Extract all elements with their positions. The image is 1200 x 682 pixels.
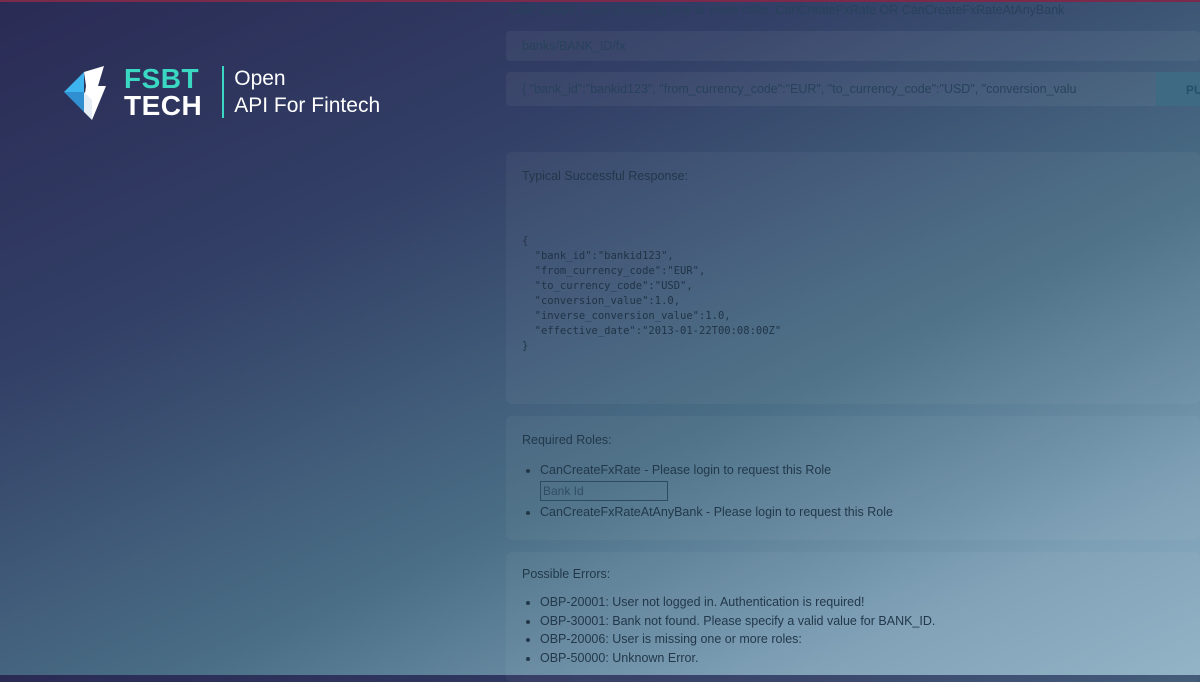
required-roles-card: Required Roles: CanCreateFxRate - Please… <box>506 416 1200 540</box>
errors-list: OBP-20001: User not logged in. Authentic… <box>525 593 935 668</box>
response-json-line: "effective_date":"2013-01-22T00:08:00Z" <box>522 325 782 337</box>
put-button[interactable]: PU <box>1156 72 1200 106</box>
response-json-line: { <box>522 235 529 247</box>
tagline-line-2: API For Fintech <box>234 94 381 117</box>
logo-wordmark: FSBT TECH <box>124 63 203 121</box>
logo-fsbt-text: FSBT <box>124 63 200 94</box>
brand-header: FSBT TECH Open API For Fintech <box>62 62 380 122</box>
brand-divider <box>222 66 225 118</box>
error-item: OBP-50000: Unknown Error. <box>525 649 935 668</box>
tagline: Open API For Fintech <box>234 65 380 119</box>
role-item-label: CanCreateFxRate - Please login to reques… <box>540 463 832 477</box>
response-json-line: "bank_id":"bankid123", <box>522 250 674 262</box>
tagline-line-1: Open <box>234 67 286 90</box>
error-item: OBP-30001: Bank not found. Please specif… <box>525 612 935 631</box>
possible-errors-card: Possible Errors: OBP-20001: User not log… <box>506 552 1200 682</box>
error-item: OBP-20006: User is missing one or more r… <box>525 630 935 649</box>
role-item-label: CanCreateFxRateAtAnyBank - Please login … <box>540 504 893 519</box>
errors-title: Possible Errors: <box>522 567 611 581</box>
typical-response-card: Typical Successful Response: { "bank_id"… <box>506 152 1200 404</box>
response-json-line: "from_currency_code":"EUR", <box>522 265 706 277</box>
response-json: { "bank_id":"bankid123", "from_currency_… <box>522 234 781 354</box>
bank-id-input[interactable] <box>540 480 668 501</box>
roles-title: Required Roles: <box>522 433 612 447</box>
role-item: CanCreateFxRateAtAnyBank - Please login … <box>526 503 893 522</box>
endpoint-path-field[interactable]: banks/BANK_ID/fx <box>506 31 1200 61</box>
request-body-field[interactable]: { "bank_id":"bankid123", "from_currency_… <box>506 72 1156 106</box>
role-item: CanCreateFxRate - Please login to reques… <box>526 461 893 501</box>
response-json-line: "to_currency_code":"USD", <box>522 280 693 292</box>
top-error-message: OBP-20006: User is missing one or more r… <box>510 3 1065 17</box>
put-button-label: PU <box>1186 83 1200 97</box>
error-item: OBP-20001: User not logged in. Authentic… <box>525 593 935 612</box>
response-json-line: "conversion_value":1.0, <box>522 295 681 307</box>
response-title: Typical Successful Response: <box>522 169 689 183</box>
response-json-line: "inverse_conversion_value":1.0, <box>522 310 731 322</box>
request-body-text: { "bank_id":"bankid123", "from_currency_… <box>522 82 1077 96</box>
endpoint-path-text: banks/BANK_ID/fx <box>522 39 626 53</box>
api-endpoint-panel: OBP-20006: User is missing one or more r… <box>506 0 1200 682</box>
logo-tech-text: TECH <box>124 90 203 121</box>
roles-list: CanCreateFxRate - Please login to reques… <box>526 461 893 522</box>
fsbt-logo-icon <box>64 66 106 120</box>
response-json-line: } <box>522 340 529 352</box>
